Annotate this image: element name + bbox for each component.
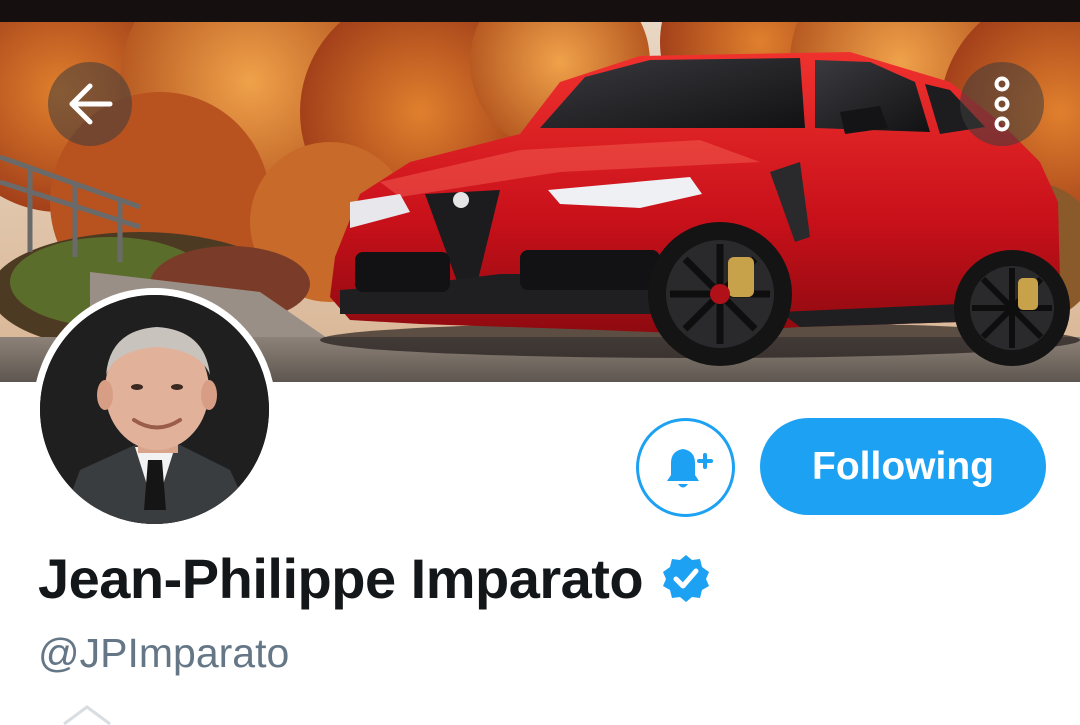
status-bar (0, 0, 1080, 22)
avatar[interactable] (40, 295, 269, 524)
more-vertical-icon (994, 76, 1010, 132)
arrow-left-icon (69, 83, 113, 125)
following-button[interactable]: Following (760, 418, 1046, 515)
profile-handle: @JPImparato (38, 630, 290, 676)
notifications-button[interactable] (636, 418, 735, 517)
display-name: Jean-Philippe Imparato (38, 546, 644, 610)
chevron-up-icon (63, 705, 111, 725)
avatar-frame (33, 288, 276, 531)
back-button[interactable] (48, 62, 132, 146)
bell-plus-icon (666, 448, 713, 487)
profile-name-row: Jean-Philippe Imparato (38, 545, 711, 611)
verified-badge-icon (661, 553, 711, 603)
more-options-button[interactable] (960, 62, 1044, 146)
